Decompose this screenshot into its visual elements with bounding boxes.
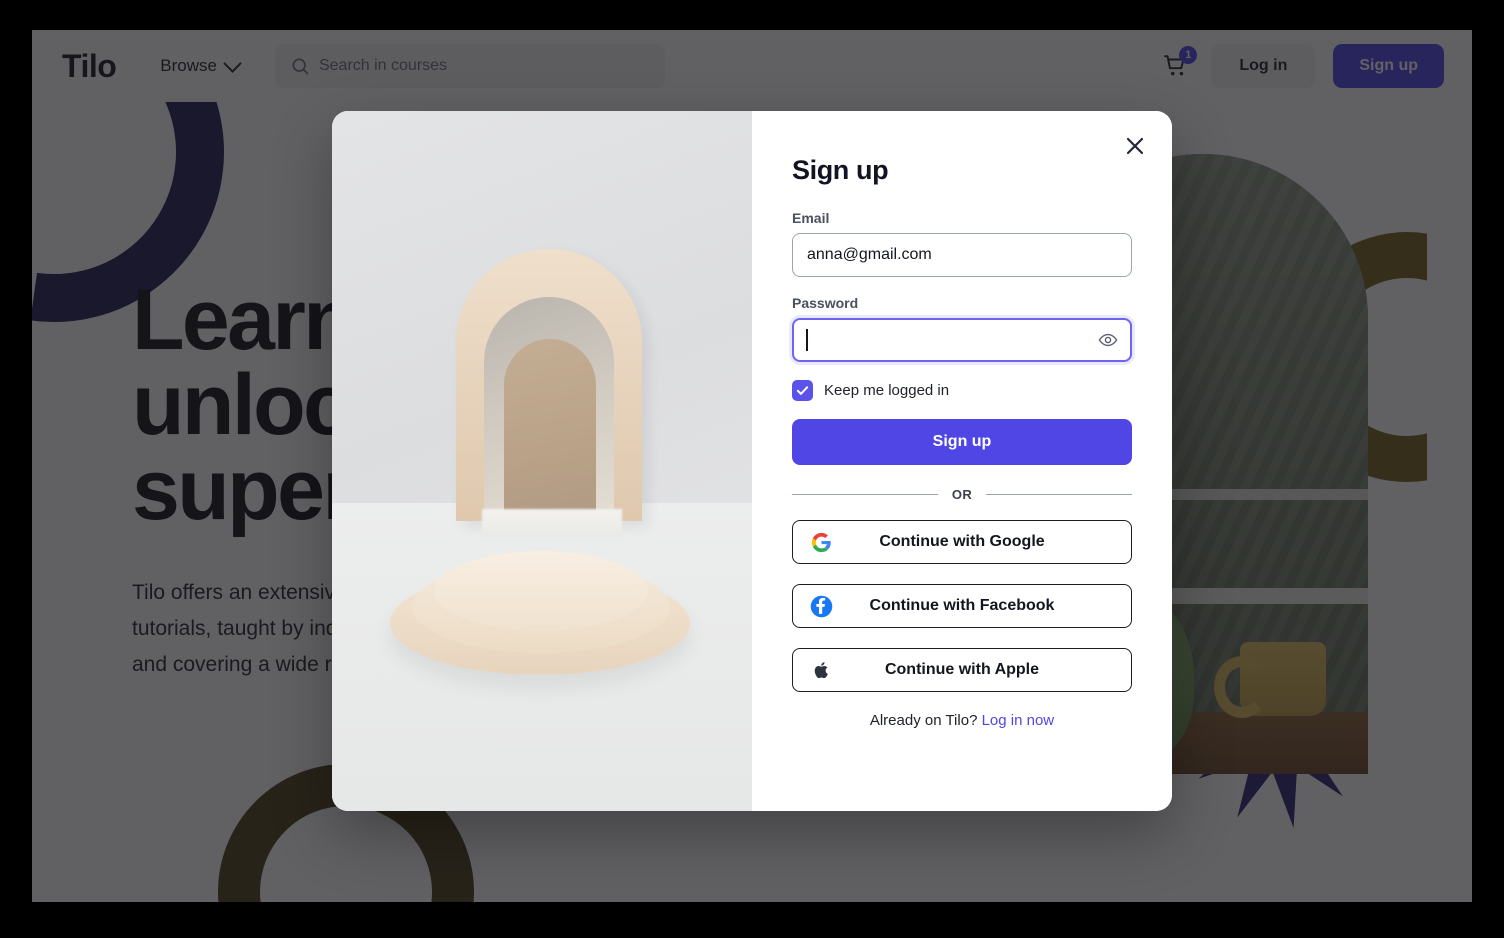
continue-with-apple-label: Continue with Apple (884, 661, 1040, 678)
close-button[interactable] (1118, 129, 1152, 163)
divider-label: OR (951, 487, 973, 502)
continue-with-facebook-button[interactable]: Continue with Facebook (792, 584, 1132, 628)
keep-logged-in-row: Keep me logged in (792, 380, 1132, 401)
app-viewport: Learn and unlock your superpower Tilo of… (32, 30, 1472, 902)
password-input-wrapper (792, 318, 1132, 362)
screenshot-root: Learn and unlock your superpower Tilo of… (0, 0, 1504, 938)
illustration-arch-inner (504, 339, 596, 521)
continue-with-apple-button[interactable]: Continue with Apple (792, 648, 1132, 692)
modal-title: Sign up (792, 155, 889, 185)
illustration-podium-top (434, 551, 648, 631)
facebook-icon (809, 594, 833, 618)
check-icon (796, 386, 809, 395)
email-field-group: Email (792, 210, 1132, 277)
toggle-password-visibility-button[interactable] (1096, 328, 1120, 352)
illustration-arch-glow (482, 509, 622, 539)
continue-with-google-label: Continue with Google (879, 533, 1045, 550)
login-prompt: Already on Tilo? Log in now (792, 712, 1132, 729)
submit-signup-button[interactable]: Sign up (792, 419, 1132, 465)
password-input[interactable] (792, 318, 1132, 362)
eye-icon (1098, 333, 1118, 347)
divider-line-left (792, 494, 938, 495)
close-icon (1126, 137, 1144, 155)
signup-modal: Sign up Email Password (332, 111, 1172, 811)
login-now-link[interactable]: Log in now (982, 712, 1055, 729)
keep-logged-in-checkbox[interactable] (792, 380, 813, 401)
signup-form: Sign up Email Password (752, 111, 1172, 811)
apple-icon (809, 658, 833, 682)
email-label: Email (792, 210, 830, 226)
modal-illustration (332, 111, 752, 811)
password-label: Password (792, 295, 859, 311)
keep-logged-in-label: Keep me logged in (824, 382, 950, 399)
google-icon (809, 530, 833, 554)
email-input[interactable] (792, 233, 1132, 277)
divider-line-right (986, 494, 1132, 495)
or-divider: OR (792, 487, 1132, 502)
continue-with-google-button[interactable]: Continue with Google (792, 520, 1132, 564)
text-cursor (806, 329, 808, 351)
password-field-group: Password (792, 295, 1132, 362)
continue-with-facebook-label: Continue with Facebook (869, 597, 1055, 614)
login-prompt-text: Already on Tilo? (869, 712, 982, 729)
